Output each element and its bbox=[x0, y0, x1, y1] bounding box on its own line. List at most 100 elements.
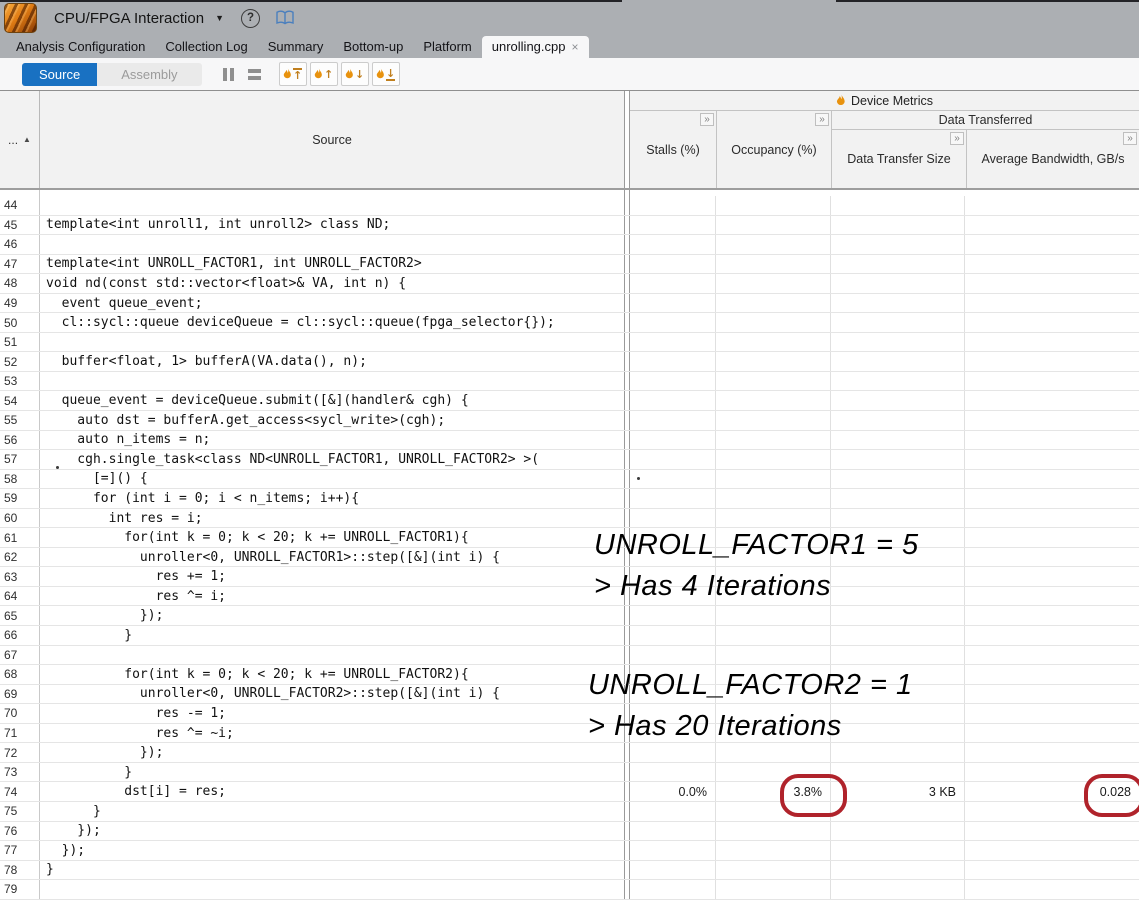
expand-column-icon[interactable]: » bbox=[700, 113, 714, 126]
horizontal-bars-icon[interactable] bbox=[248, 69, 261, 80]
pause-icon[interactable] bbox=[223, 68, 234, 81]
source-code-line[interactable]: } bbox=[40, 861, 625, 880]
occupancy-value bbox=[716, 411, 831, 430]
source-code-line[interactable] bbox=[40, 646, 625, 665]
source-code-line[interactable]: [=]() { bbox=[40, 470, 625, 489]
bandwidth-value bbox=[965, 880, 1139, 899]
bandwidth-value bbox=[965, 685, 1139, 704]
source-code-line[interactable]: for (int i = 0; i < n_items; i++){ bbox=[40, 489, 625, 508]
source-code-line[interactable]: unroller<0, UNROLL_FACTOR1>::step([&](in… bbox=[40, 548, 625, 567]
hotspot-next-button[interactable]: ↓ bbox=[341, 62, 369, 86]
source-code-line[interactable]: }); bbox=[40, 841, 625, 860]
source-code-line[interactable]: } bbox=[40, 802, 625, 821]
source-code-line[interactable]: auto n_items = n; bbox=[40, 431, 625, 450]
line-number: 58 bbox=[0, 470, 40, 489]
occupancy-value bbox=[716, 313, 831, 332]
source-button[interactable]: Source bbox=[22, 63, 97, 86]
stalls-column-header[interactable]: » Stalls (%) bbox=[630, 111, 716, 188]
chevron-down-icon[interactable]: ▼ bbox=[215, 13, 224, 23]
bandwidth-value bbox=[965, 704, 1139, 723]
tab-summary[interactable]: Summary bbox=[258, 36, 334, 58]
close-icon[interactable]: × bbox=[571, 36, 578, 58]
assembly-button[interactable]: Assembly bbox=[97, 63, 201, 86]
source-code-line[interactable]: for(int k = 0; k < 20; k += UNROLL_FACTO… bbox=[40, 528, 625, 547]
source-code-line[interactable]: }); bbox=[40, 606, 625, 625]
source-row: 63 res += 1; bbox=[0, 567, 1139, 587]
line-column-header[interactable]: ... ▲ bbox=[0, 91, 40, 188]
source-code-line[interactable]: queue_event = deviceQueue.submit([&](han… bbox=[40, 391, 625, 410]
hotspot-jump-top-button[interactable]: ↑ bbox=[279, 62, 307, 86]
source-metrics-grid: ... ▲ Source Device Metrics » Stalls (%)… bbox=[0, 90, 1139, 900]
source-code-line[interactable]: cl::sycl::queue deviceQueue = cl::sycl::… bbox=[40, 313, 625, 332]
source-code-line[interactable]: buffer<float, 1> bufferA(VA.data(), n); bbox=[40, 352, 625, 371]
data-transfer-size-value bbox=[831, 294, 965, 313]
source-code-line[interactable]: dst[i] = res; bbox=[40, 782, 625, 801]
stray-dot bbox=[56, 466, 59, 469]
line-number: 54 bbox=[0, 391, 40, 410]
line-number: 70 bbox=[0, 704, 40, 723]
source-code-line[interactable]: cgh.single_task<class ND<UNROLL_FACTOR1,… bbox=[40, 450, 625, 469]
hotspot-jump-bottom-button[interactable]: ↓ bbox=[372, 62, 400, 86]
source-row: 70 res -= 1; bbox=[0, 704, 1139, 724]
bandwidth-value bbox=[965, 411, 1139, 430]
source-code-line[interactable]: }); bbox=[40, 822, 625, 841]
source-code-line[interactable]: template<int UNROLL_FACTOR1, int UNROLL_… bbox=[40, 255, 625, 274]
source-code-line[interactable]: int res = i; bbox=[40, 509, 625, 528]
source-column-header[interactable]: Source bbox=[40, 91, 625, 188]
source-code-line[interactable]: res += 1; bbox=[40, 567, 625, 586]
help-icon[interactable]: ? bbox=[241, 9, 260, 28]
source-code-line[interactable] bbox=[40, 235, 625, 254]
occupancy-value bbox=[716, 880, 831, 899]
data-transfer-size-value bbox=[831, 216, 965, 235]
data-transfer-size-value bbox=[831, 391, 965, 410]
down-arrow-icon: ↓ bbox=[386, 68, 395, 81]
source-code-line[interactable]: unroller<0, UNROLL_FACTOR2>::step([&](in… bbox=[40, 685, 625, 704]
bandwidth-value bbox=[965, 294, 1139, 313]
source-code-line[interactable]: res -= 1; bbox=[40, 704, 625, 723]
expand-column-icon[interactable]: » bbox=[1123, 132, 1137, 145]
source-code-line[interactable]: for(int k = 0; k < 20; k += UNROLL_FACTO… bbox=[40, 665, 625, 684]
data-transferred-group-header: Data Transferred bbox=[832, 111, 1139, 130]
average-bandwidth-column-header[interactable]: » Average Bandwidth, GB/s bbox=[966, 130, 1139, 188]
bandwidth-value bbox=[965, 313, 1139, 332]
source-code-line[interactable]: res ^= ~i; bbox=[40, 724, 625, 743]
source-row: 79 bbox=[0, 880, 1139, 900]
source-code-line[interactable] bbox=[40, 333, 625, 352]
source-code-line[interactable]: template<int unroll1, int unroll2> class… bbox=[40, 216, 625, 235]
tab-analysis-configuration[interactable]: Analysis Configuration bbox=[6, 36, 155, 58]
occupancy-column-header[interactable]: » Occupancy (%) bbox=[716, 111, 831, 188]
occupancy-value bbox=[716, 255, 831, 274]
tab-platform[interactable]: Platform bbox=[413, 36, 481, 58]
source-code-line[interactable]: event queue_event; bbox=[40, 294, 625, 313]
docs-book-icon[interactable] bbox=[275, 10, 295, 26]
flame-icon bbox=[283, 68, 292, 80]
expand-column-icon[interactable]: » bbox=[950, 132, 964, 145]
flame-icon bbox=[314, 68, 323, 80]
annotation-line: UNROLL_FACTOR1 = 5 bbox=[594, 525, 919, 566]
source-code-line[interactable]: } bbox=[40, 763, 625, 782]
tab-bottom-up[interactable]: Bottom-up bbox=[333, 36, 413, 58]
source-code-line[interactable] bbox=[40, 880, 625, 899]
source-code-line[interactable]: auto dst = bufferA.get_access<sycl_write… bbox=[40, 411, 625, 430]
expand-column-icon[interactable]: » bbox=[815, 113, 829, 126]
line-number: 46 bbox=[0, 235, 40, 254]
stalls-value bbox=[630, 274, 716, 293]
source-code-line[interactable]: void nd(const std::vector<float>& VA, in… bbox=[40, 274, 625, 293]
tab-label: Analysis Configuration bbox=[16, 36, 145, 58]
hotspot-prev-button[interactable]: ↑ bbox=[310, 62, 338, 86]
metrics-header: Device Metrics » Stalls (%) » Occupancy … bbox=[630, 91, 1139, 188]
source-code-line[interactable]: } bbox=[40, 626, 625, 645]
source-row: 57 cgh.single_task<class ND<UNROLL_FACTO… bbox=[0, 450, 1139, 470]
source-code-line[interactable] bbox=[40, 372, 625, 391]
source-row: 56 auto n_items = n; bbox=[0, 431, 1139, 451]
source-code-line[interactable] bbox=[40, 196, 625, 215]
vtune-window: CPU/FPGA Interaction ▼ ? Analysis Config… bbox=[0, 0, 1139, 900]
data-transfer-size-column-header[interactable]: » Data Transfer Size bbox=[832, 130, 966, 188]
tab-collection-log[interactable]: Collection Log bbox=[155, 36, 257, 58]
source-code-line[interactable]: }); bbox=[40, 743, 625, 762]
data-transfer-size-value bbox=[831, 763, 965, 782]
source-code-line[interactable]: res ^= i; bbox=[40, 587, 625, 606]
line-number: 74 bbox=[0, 782, 40, 801]
tab-unrolling-cpp[interactable]: unrolling.cpp × bbox=[482, 36, 589, 58]
source-row: 48 void nd(const std::vector<float>& VA,… bbox=[0, 274, 1139, 294]
